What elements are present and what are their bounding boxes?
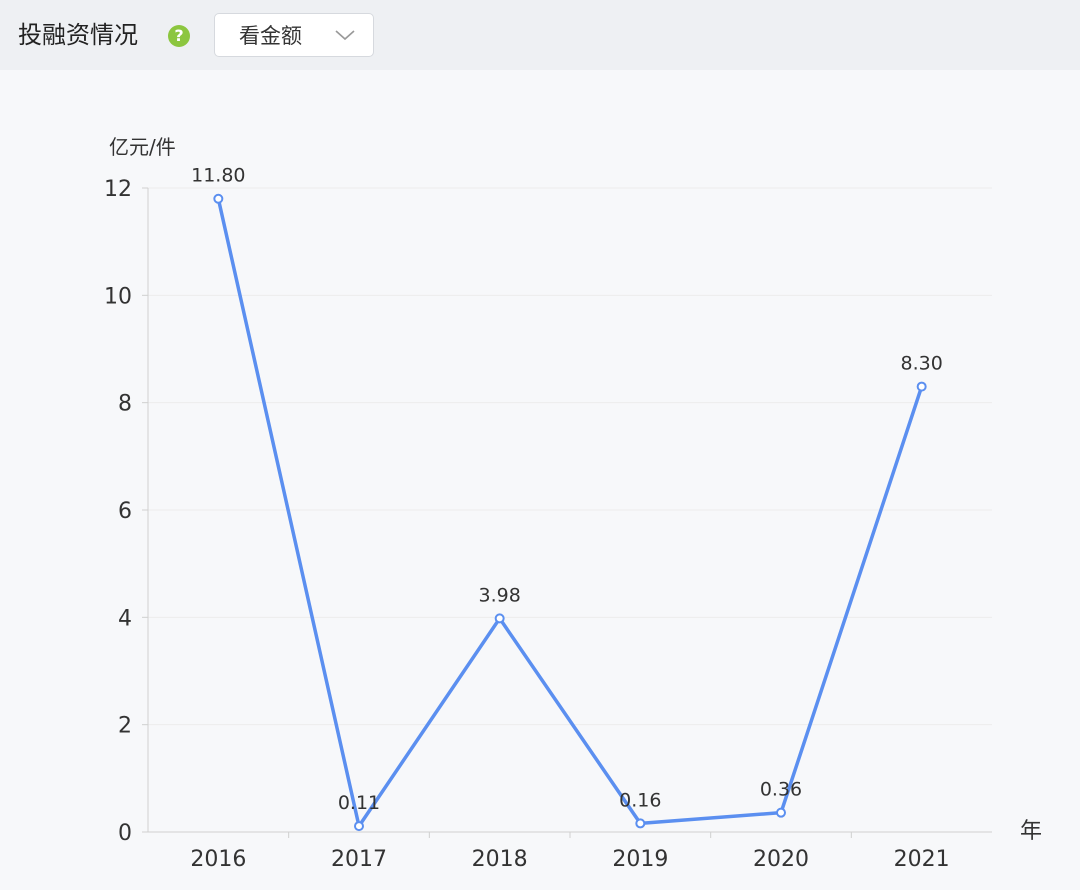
data-point[interactable] xyxy=(494,613,505,624)
y-tick-label: 8 xyxy=(118,392,132,417)
metric-select-value: 看金额 xyxy=(239,24,302,48)
series-line xyxy=(216,198,924,828)
data-point[interactable] xyxy=(916,381,927,392)
chart-header: 投融资情况 ? 看金额 xyxy=(0,0,1080,70)
x-tick-label: 2018 xyxy=(472,847,528,872)
data-label: 0.16 xyxy=(619,789,661,811)
data-label: 0.36 xyxy=(760,779,802,801)
chevron-down-icon xyxy=(335,30,355,41)
data-point[interactable] xyxy=(635,818,646,829)
y-tick-label: 0 xyxy=(118,821,132,846)
y-tick-label: 4 xyxy=(118,606,132,631)
x-axis-label: 年 xyxy=(1020,819,1042,844)
data-label: 0.11 xyxy=(338,792,380,814)
data-label: 3.98 xyxy=(479,584,521,606)
axes xyxy=(142,187,992,838)
x-tick-label: 2021 xyxy=(894,847,950,872)
y-tick-label: 2 xyxy=(118,714,132,739)
y-axis-label: 亿元/件 xyxy=(109,135,176,159)
page-title: 投融资情况 xyxy=(18,21,138,49)
y-tick-labels: 0 2 4 6 8 10 12 xyxy=(104,177,132,846)
data-label: 8.30 xyxy=(901,353,943,375)
x-tick-label: 2016 xyxy=(190,847,246,872)
x-tick-labels: 2016 2017 2018 2019 2020 2021 xyxy=(190,847,949,872)
x-tick-label: 2017 xyxy=(331,847,387,872)
metric-select[interactable]: 看金额 xyxy=(214,13,374,57)
data-point[interactable] xyxy=(354,821,364,832)
data-point[interactable] xyxy=(213,193,224,204)
question-circle-icon[interactable]: ? xyxy=(168,25,190,47)
data-points xyxy=(213,193,927,832)
y-tick-label: 12 xyxy=(104,177,132,202)
line-chart: 亿元/件 年 0 2 4 6 8 10 12 2016 2017 2018 2019 2020 202… xyxy=(104,135,1042,872)
series-line-group xyxy=(216,198,924,828)
y-tick-label: 10 xyxy=(104,284,132,309)
data-point[interactable] xyxy=(776,807,786,818)
data-label: 11.80 xyxy=(191,165,245,187)
x-tick-label: 2020 xyxy=(753,847,809,872)
y-tick-label: 6 xyxy=(118,499,132,524)
x-tick-label: 2019 xyxy=(612,847,668,872)
